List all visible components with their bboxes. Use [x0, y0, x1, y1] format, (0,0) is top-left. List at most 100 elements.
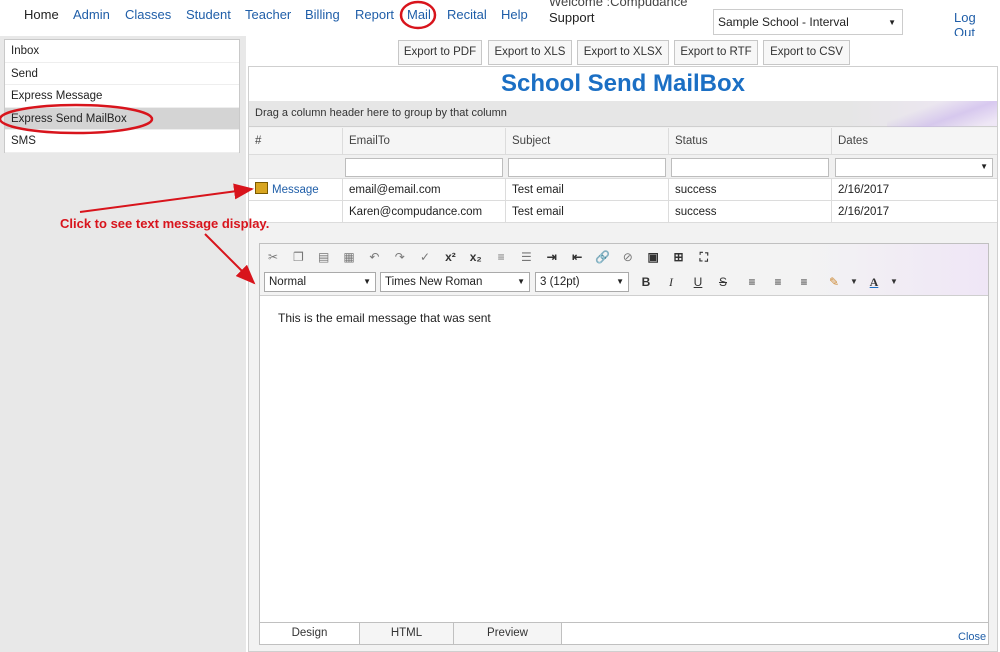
- highlight-color-icon[interactable]: ✎: [824, 273, 844, 291]
- emailto-filter-input[interactable]: [345, 158, 503, 177]
- column-header-dates[interactable]: Dates: [831, 128, 997, 154]
- export-csv-button[interactable]: Export to CSV: [763, 40, 850, 65]
- paste-icon[interactable]: ▤: [315, 248, 333, 266]
- fullscreen-icon[interactable]: ⛶: [695, 248, 713, 266]
- sidebar-item-sms[interactable]: SMS: [5, 130, 239, 153]
- status-filter-input[interactable]: [671, 158, 829, 177]
- paragraph-format-select[interactable]: Normal ▼: [264, 272, 376, 292]
- paragraph-format-value: Normal: [269, 276, 307, 288]
- nav-classes[interactable]: Classes: [125, 7, 171, 22]
- align-right-icon[interactable]: ≡: [794, 273, 814, 291]
- message-cell[interactable]: Message: [249, 179, 342, 200]
- tab-design[interactable]: Design: [260, 623, 360, 644]
- font-size-value: 3 (12pt): [540, 276, 580, 288]
- filter-row: ▼: [249, 155, 997, 179]
- export-xls-button[interactable]: Export to XLS: [488, 40, 572, 65]
- email-cell: email@email.com: [342, 179, 505, 200]
- group-hint: Drag a column header here to group by th…: [255, 107, 507, 119]
- align-left-icon[interactable]: ≡: [742, 273, 762, 291]
- school-select-value: Sample School - Interval: [718, 15, 849, 29]
- align-center-icon[interactable]: ≡: [768, 273, 788, 291]
- status-cell: success: [668, 179, 831, 200]
- link-icon[interactable]: 🔗: [593, 248, 611, 266]
- table-row[interactable]: Karen@compudance.com Test email success …: [249, 201, 997, 223]
- grid-header: # EmailTo Subject Status Dates: [249, 128, 997, 155]
- strikethrough-icon[interactable]: S: [713, 273, 733, 291]
- nav-help[interactable]: Help: [501, 7, 528, 22]
- undo-icon[interactable]: ↶: [365, 248, 383, 266]
- column-header-status[interactable]: Status: [668, 128, 831, 154]
- export-xlsx-button[interactable]: Export to XLSX: [577, 40, 669, 65]
- editor-tabs: Design HTML Preview: [260, 622, 988, 644]
- nav-home[interactable]: Home: [24, 7, 59, 22]
- redo-icon[interactable]: ↷: [391, 248, 409, 266]
- cut-icon[interactable]: ✂: [264, 248, 282, 266]
- subject-cell: Test email: [505, 179, 668, 200]
- outdent-icon[interactable]: ⇤: [568, 248, 586, 266]
- annotation-text: Click to see text message display.: [60, 216, 270, 231]
- chevron-down-icon[interactable]: ▼: [884, 273, 904, 291]
- font-color-icon[interactable]: A: [864, 273, 884, 291]
- editor-content[interactable]: This is the email message that was sent: [278, 311, 491, 325]
- sidebar-item-send[interactable]: Send: [5, 63, 239, 86]
- indent-icon[interactable]: ⇥: [543, 248, 561, 266]
- chevron-down-icon: ▼: [363, 277, 371, 286]
- nav-billing[interactable]: Billing: [305, 7, 340, 22]
- group-panel[interactable]: Drag a column header here to group by th…: [249, 101, 997, 127]
- sidebar-item-express-send-mailbox[interactable]: Express Send MailBox: [5, 107, 239, 131]
- page-title: School Send MailBox: [249, 67, 997, 101]
- main-content: Export to PDF Export to XLS Export to XL…: [246, 36, 1000, 652]
- message-link[interactable]: Message: [272, 184, 319, 196]
- school-select[interactable]: Sample School - Interval ▼: [713, 9, 903, 35]
- export-pdf-button[interactable]: Export to PDF: [398, 40, 482, 65]
- nav-student[interactable]: Student: [186, 7, 231, 22]
- welcome-text: Welcome :Compudance: [549, 0, 688, 9]
- tab-html[interactable]: HTML: [360, 623, 454, 644]
- column-header-emailto[interactable]: EmailTo: [342, 128, 505, 154]
- column-header-number[interactable]: #: [249, 128, 342, 154]
- superscript-icon[interactable]: x²: [441, 248, 459, 266]
- subscript-icon[interactable]: x₂: [467, 248, 485, 266]
- sidebar-item-inbox[interactable]: Inbox: [5, 40, 239, 63]
- subject-filter-input[interactable]: [508, 158, 666, 177]
- nav-report[interactable]: Report: [355, 7, 394, 22]
- export-bar: Export to PDF Export to XLS Export to XL…: [246, 40, 1000, 66]
- subject-cell: Test email: [505, 201, 668, 222]
- toolbar-row-2: Normal ▼ Times New Roman ▼ 3 (12pt) ▼ B …: [264, 272, 904, 294]
- nav-recital[interactable]: Recital: [447, 7, 487, 22]
- top-nav: Home Admin Classes Student Teacher Billi…: [0, 0, 1000, 40]
- table-row[interactable]: Message email@email.com Test email succe…: [249, 179, 997, 201]
- numbered-list-icon[interactable]: ≡: [492, 248, 510, 266]
- envelope-icon: [255, 182, 268, 194]
- chevron-down-icon: ▼: [888, 18, 896, 27]
- close-link[interactable]: Close: [958, 631, 986, 643]
- spellcheck-icon[interactable]: ✓: [416, 248, 434, 266]
- date-cell: 2/16/2017: [831, 201, 997, 222]
- bold-icon[interactable]: B: [636, 273, 656, 291]
- chevron-down-icon[interactable]: ▼: [844, 273, 864, 291]
- tab-preview[interactable]: Preview: [454, 623, 562, 644]
- unlink-icon[interactable]: ⊘: [619, 248, 637, 266]
- table-icon[interactable]: ⊞: [670, 248, 688, 266]
- copy-icon[interactable]: ❐: [289, 248, 307, 266]
- underline-icon[interactable]: U: [688, 273, 708, 291]
- bullet-list-icon[interactable]: ☰: [517, 248, 535, 266]
- font-family-select[interactable]: Times New Roman ▼: [380, 272, 530, 292]
- column-header-subject[interactable]: Subject: [505, 128, 668, 154]
- italic-icon[interactable]: I: [661, 273, 681, 291]
- mailbox-panel: School Send MailBox Drag a column header…: [248, 66, 998, 652]
- nav-mail[interactable]: Mail: [407, 7, 431, 22]
- nav-admin[interactable]: Admin: [73, 7, 110, 22]
- font-size-select[interactable]: 3 (12pt) ▼: [535, 272, 629, 292]
- sidebar: Inbox Send Express Message Express Send …: [0, 36, 246, 652]
- image-icon[interactable]: ▣: [644, 248, 662, 266]
- dates-filter-input[interactable]: ▼: [835, 158, 993, 177]
- decorative-swirl: [887, 101, 997, 127]
- status-cell: success: [668, 201, 831, 222]
- export-rtf-button[interactable]: Export to RTF: [674, 40, 758, 65]
- paste-word-icon[interactable]: ▦: [340, 248, 358, 266]
- font-family-value: Times New Roman: [385, 276, 483, 288]
- support-link[interactable]: Support: [549, 10, 595, 25]
- sidebar-item-express-message[interactable]: Express Message: [5, 85, 239, 108]
- nav-teacher[interactable]: Teacher: [245, 7, 291, 22]
